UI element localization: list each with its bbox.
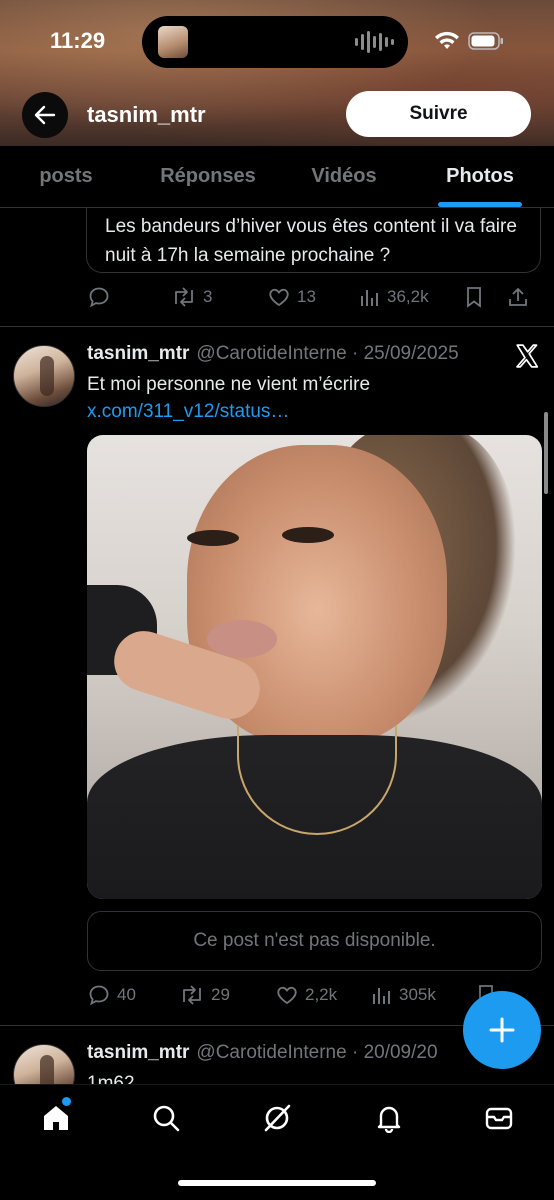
reply-button[interactable]	[87, 285, 171, 309]
back-arrow-icon	[34, 105, 56, 125]
now-playing-thumbnail	[158, 26, 188, 58]
timeline-feed[interactable]: Les bandeurs d’hiver vous êtes content i…	[0, 208, 554, 1084]
nav-notifications[interactable]	[372, 1101, 406, 1135]
views-icon	[361, 290, 378, 306]
tweet[interactable]: tasnim_mtr @CarotideInterne · 25/09/2025…	[0, 327, 554, 1027]
unavailable-post-notice: Ce post n'est pas disponible.	[87, 911, 542, 971]
home-icon	[44, 1106, 68, 1130]
scrollbar[interactable]	[544, 412, 548, 494]
wifi-icon	[435, 31, 459, 49]
tab-videos[interactable]: Vidéos	[296, 146, 392, 207]
like-count: 2,2k	[305, 985, 338, 1004]
views-button[interactable]: 36,2k	[359, 286, 463, 308]
tweet-author-name[interactable]: tasnim_mtr	[87, 1042, 189, 1064]
reply-count: 40	[117, 985, 136, 1004]
notification-dot	[62, 1097, 71, 1106]
tab-posts[interactable]: posts	[20, 146, 112, 207]
like-icon	[269, 288, 289, 307]
grok-icon	[264, 1104, 291, 1132]
views-icon	[373, 988, 390, 1004]
profile-tabs: posts Réponses Vidéos Photos	[0, 146, 554, 208]
quoted-post[interactable]: Les bandeurs d’hiver vous êtes content i…	[86, 208, 541, 273]
share-button[interactable]	[507, 285, 529, 309]
bookmark-button[interactable]	[463, 285, 507, 309]
nav-messages[interactable]	[482, 1101, 516, 1135]
tweet-text: Et moi personne ne vient m’écrire x.com/…	[87, 371, 507, 425]
post-actions: 3 13 36,2k	[87, 282, 542, 312]
compose-icon	[489, 1017, 515, 1043]
audio-wave-icon	[355, 30, 394, 54]
nav-search[interactable]	[149, 1101, 183, 1135]
notifications-icon	[377, 1106, 401, 1133]
tab-replies[interactable]: Réponses	[150, 146, 266, 207]
tweet-body: Et moi personne ne vient m’écrire	[87, 374, 371, 395]
like-count: 13	[297, 287, 316, 306]
status-bar: 11:29	[0, 0, 554, 80]
share-icon	[509, 287, 527, 306]
battery-icon	[468, 32, 503, 50]
x-logo-icon	[516, 344, 539, 368]
repost-icon	[183, 985, 201, 1005]
tweet-photo[interactable]	[87, 435, 542, 899]
tweet-handle-date: @CarotideInterne · 25/09/2025	[196, 343, 459, 364]
views-count: 305k	[399, 985, 436, 1004]
like-button[interactable]: 2,2k	[275, 983, 371, 1007]
tweet-text: 1m62	[87, 1073, 135, 1084]
views-count: 36,2k	[387, 287, 429, 306]
bookmark-icon	[467, 287, 481, 308]
tweet-author-name[interactable]: tasnim_mtr	[87, 343, 189, 365]
tweet-header: tasnim_mtr @CarotideInterne · 25/09/2025	[87, 343, 459, 365]
like-button[interactable]: 13	[267, 285, 359, 309]
repost-icon	[175, 287, 193, 307]
profile-header: tasnim_mtr Suivre	[0, 90, 554, 138]
tweet-handle-date: @CarotideInterne · 20/09/20	[196, 1042, 438, 1063]
like-icon	[277, 986, 297, 1005]
repost-button[interactable]: 3	[171, 285, 267, 309]
tab-photos[interactable]: Photos	[430, 146, 530, 207]
tweet-link[interactable]: x.com/311_v12/status…	[87, 401, 289, 422]
back-button[interactable]	[22, 92, 68, 138]
messages-icon	[485, 1107, 513, 1130]
reply-icon	[89, 287, 109, 308]
reply-button[interactable]: 40	[87, 983, 179, 1007]
tweet-header: tasnim_mtr @CarotideInterne · 20/09/20	[87, 1042, 438, 1064]
status-time: 11:29	[50, 28, 106, 53]
avatar[interactable]	[13, 1044, 75, 1084]
repost-button[interactable]: 29	[179, 983, 275, 1007]
nav-grok[interactable]	[260, 1101, 294, 1135]
quoted-post-text: Les bandeurs d’hiver vous êtes content i…	[105, 216, 517, 266]
avatar[interactable]	[13, 345, 75, 407]
nav-home[interactable]	[39, 1101, 73, 1135]
follow-button[interactable]: Suivre	[346, 91, 531, 137]
views-button[interactable]: 305k	[371, 984, 475, 1006]
repost-count: 3	[203, 287, 213, 306]
home-indicator[interactable]	[178, 1180, 376, 1186]
dynamic-island	[142, 16, 408, 68]
reply-icon	[89, 985, 109, 1006]
profile-username: tasnim_mtr	[87, 102, 206, 127]
active-tab-indicator	[438, 202, 522, 207]
search-icon	[153, 1105, 180, 1132]
compose-button[interactable]	[463, 991, 541, 1069]
repost-count: 29	[211, 985, 230, 1004]
